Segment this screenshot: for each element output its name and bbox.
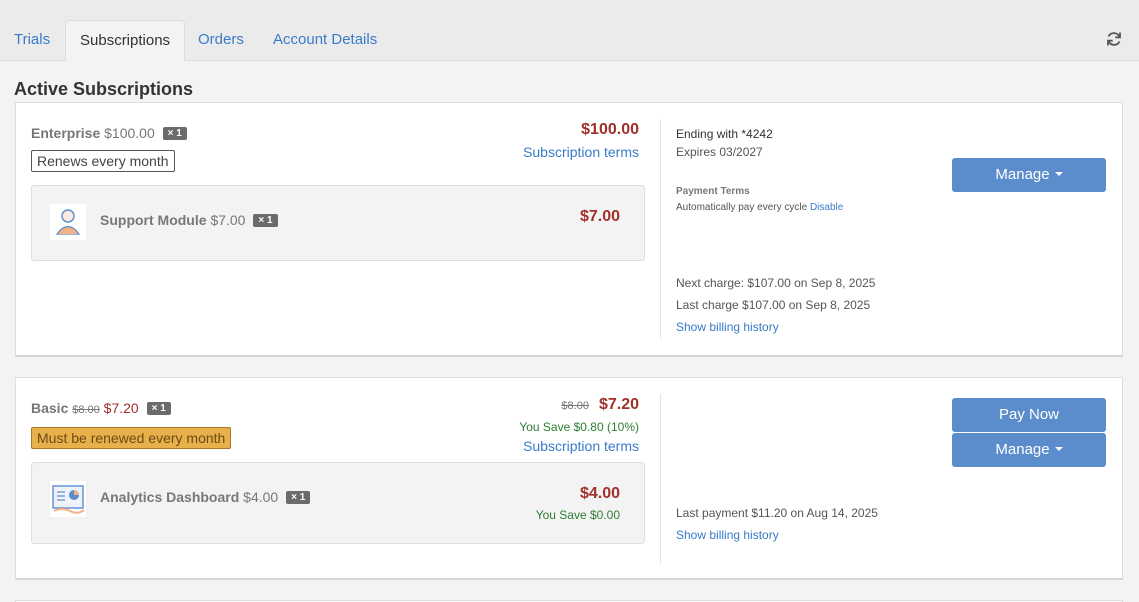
addon-title: Support Module $7.00 × 1	[100, 212, 278, 228]
last-charge: Last charge $107.00 on Sep 8, 2025	[676, 298, 871, 312]
plan-price: $100.00	[104, 125, 155, 141]
last-payment: Last payment $11.20 on Aug 14, 2025	[676, 506, 878, 520]
subscriptions-panel: Active Subscriptions Enterprise $100.00 …	[0, 61, 1139, 602]
support-person-icon	[50, 204, 86, 240]
tab-bar: Trials Subscriptions Orders Account Deta…	[0, 0, 1139, 62]
payment-terms-text: Automatically pay every cycle Disable	[676, 202, 844, 213]
plan-total-discounted: $7.20	[598, 396, 639, 413]
manage-button[interactable]: Manage	[952, 158, 1106, 192]
addon-analytics-dashboard: Analytics Dashboard $4.00 × 1 $4.00 You …	[31, 462, 645, 544]
plan-price: $7.20	[103, 400, 139, 416]
plan-name: Enterprise	[31, 125, 101, 141]
renewal-badge: Must be renewed every month	[31, 427, 232, 449]
addon-quantity-badge: × 1	[253, 214, 278, 227]
quantity-badge: × 1	[162, 127, 187, 140]
addon-price: $7.00	[210, 212, 246, 228]
tab-subscriptions[interactable]: Subscriptions	[65, 20, 186, 62]
tab-orders[interactable]: Orders	[184, 20, 258, 61]
addon-total: $4.00	[579, 485, 620, 502]
addon-support-module: Support Module $7.00 × 1 $7.00	[31, 185, 645, 261]
column-divider	[660, 119, 661, 339]
manage-button[interactable]: Manage	[952, 433, 1106, 467]
section-title: Active Subscriptions	[14, 79, 194, 99]
disable-autopay-link[interactable]: Disable	[810, 202, 843, 213]
card-expiry: Expires 03/2027	[676, 145, 763, 159]
plan-total: $8.00 $7.20	[561, 396, 639, 414]
tab-trials[interactable]: Trials	[0, 20, 64, 61]
pay-now-button[interactable]: Pay Now	[952, 398, 1106, 432]
addon-quantity-badge: × 1	[286, 491, 311, 504]
caret-down-icon	[1054, 172, 1063, 176]
addon-title: Analytics Dashboard $4.00 × 1	[100, 489, 311, 505]
subscription-terms-link[interactable]: Subscription terms	[523, 438, 639, 454]
next-charge: Next charge: $107.00 on Sep 8, 2025	[676, 276, 876, 290]
subscription-card-enterprise: Enterprise $100.00 × 1 Renews every mont…	[15, 102, 1123, 357]
subscription-card-basic: Basic $8.00 $7.20 × 1 Must be renewed ev…	[15, 377, 1123, 580]
quantity-badge: × 1	[146, 402, 171, 415]
subscription-terms-link[interactable]: Subscription terms	[523, 144, 639, 160]
card-ending: Ending with *4242	[676, 127, 773, 141]
plan-savings: You Save $0.80 (10%)	[519, 420, 639, 434]
plan-title: Enterprise $100.00 × 1	[31, 125, 187, 141]
plan-total: $100.00	[581, 121, 639, 138]
plan-title: Basic $8.00 $7.20 × 1	[31, 400, 171, 416]
addon-savings: You Save $0.00	[535, 508, 620, 522]
billing-history-link[interactable]: Show billing history	[676, 320, 779, 334]
addon-price: $4.00	[243, 489, 279, 505]
analytics-dashboard-icon	[50, 481, 86, 517]
renewal-badge: Renews every month	[31, 150, 175, 172]
payment-terms-label: Payment Terms	[676, 186, 750, 197]
plan-name: Basic	[31, 400, 69, 416]
plan-total-original: $8.00	[561, 400, 589, 412]
tab-account-details[interactable]: Account Details	[259, 20, 391, 61]
addon-name: Analytics Dashboard	[100, 489, 240, 505]
caret-down-icon	[1054, 447, 1063, 451]
addon-total: $7.00	[579, 208, 620, 225]
refresh-icon[interactable]	[1105, 30, 1123, 48]
plan-original-price: $8.00	[72, 404, 100, 416]
column-divider	[660, 394, 661, 564]
billing-history-link[interactable]: Show billing history	[676, 528, 779, 542]
addon-name: Support Module	[100, 212, 207, 228]
